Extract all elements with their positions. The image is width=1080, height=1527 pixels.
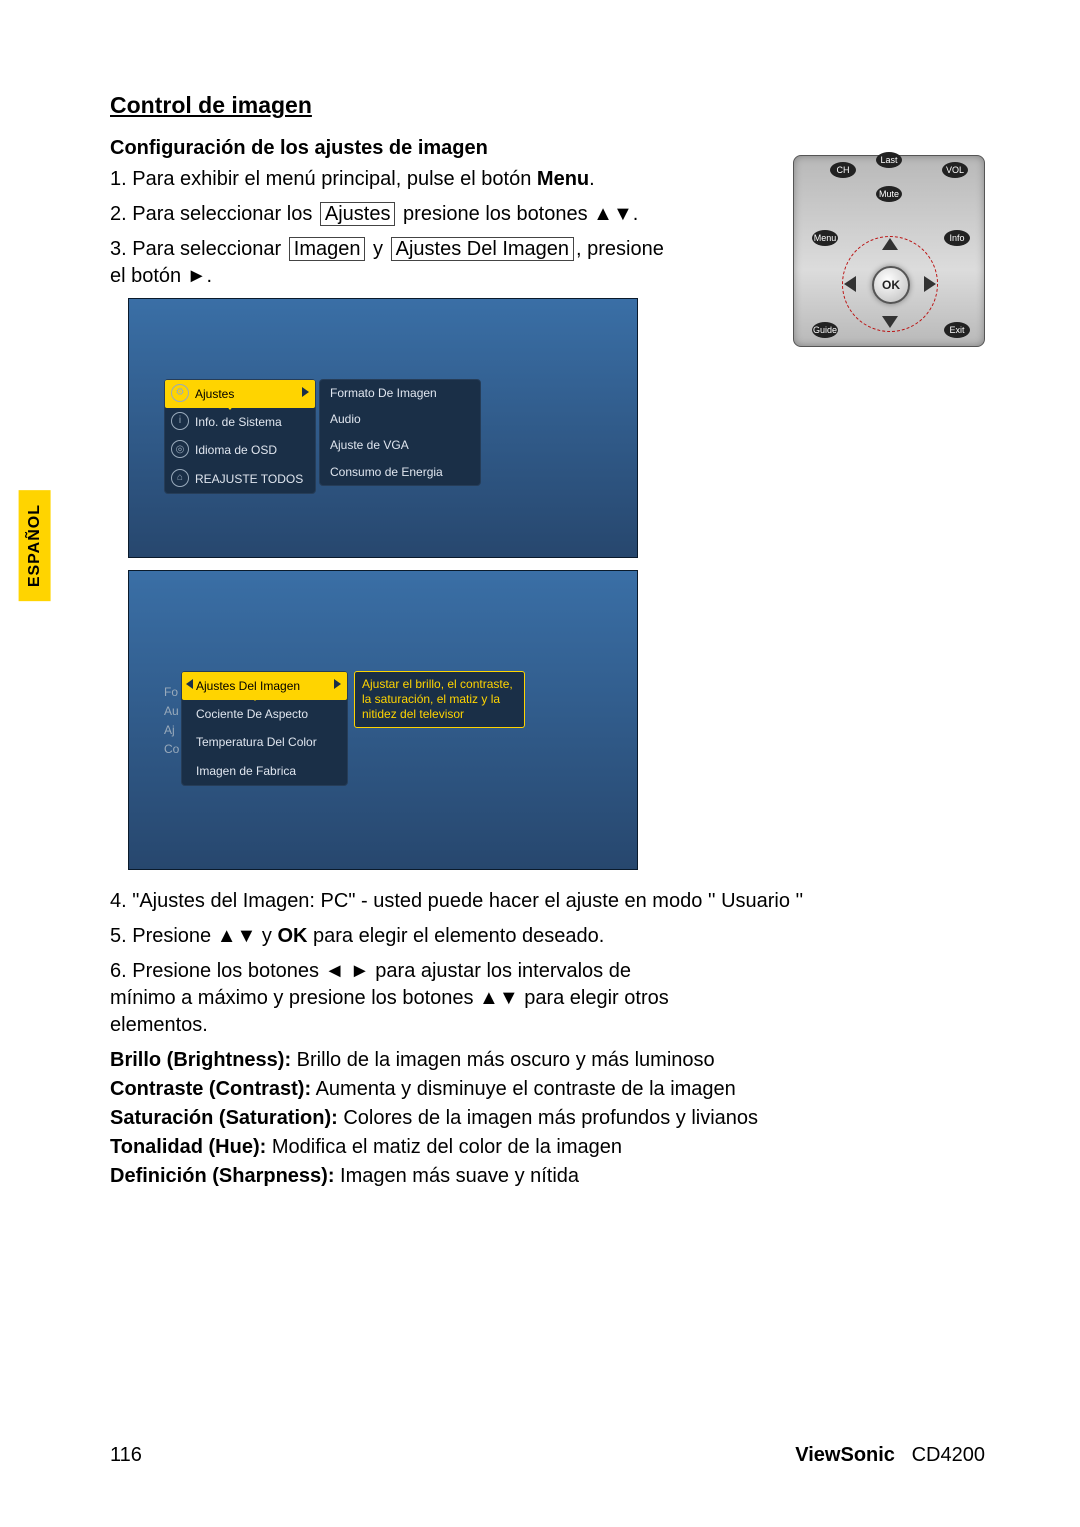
- osd1-item-idioma: ◎Idioma de OSD: [165, 436, 315, 464]
- boxed-ajustes: Ajustes: [320, 202, 396, 226]
- boxed-ajustes-del-imagen: Ajustes Del Imagen: [391, 237, 574, 261]
- page-footer: 116 ViewSonic CD4200: [110, 1442, 985, 1469]
- osd-screenshot-2: Fo Au Aj Co Ajustes Del Imagen Cociente …: [128, 570, 638, 870]
- osd2-item-temperatura: Temperatura Del Color: [182, 728, 347, 756]
- def-saturacion: Saturación (Saturation): Colores de la i…: [110, 1105, 990, 1132]
- remote-guide: Guide: [812, 322, 838, 338]
- submenu-indicator-icon: [224, 403, 236, 410]
- remote-up-icon: [882, 238, 898, 250]
- osd1-item-ajustes: ⚙Ajustes: [165, 380, 315, 408]
- osd1-sub-formato: Formato De Imagen: [320, 380, 480, 406]
- boxed-imagen: Imagen: [289, 237, 366, 261]
- osd1-left-menu: ⚙Ajustes iInfo. de Sistema ◎Idioma de OS…: [164, 379, 316, 494]
- osd2-item-aspecto: Cociente De Aspecto: [182, 700, 347, 728]
- step-2: 2. Para seleccionar los Ajustes presione…: [110, 201, 680, 228]
- page-number: 116: [110, 1442, 142, 1469]
- remote-info: Info: [944, 230, 970, 246]
- footer-brand: ViewSonic: [795, 1444, 895, 1466]
- remote-menu: Menu: [812, 230, 838, 246]
- step-6: 6. Presione los botones ◄ ► para ajustar…: [110, 958, 670, 1039]
- def-brillo: Brillo (Brightness): Brillo de la imagen…: [110, 1047, 990, 1074]
- osd1-right-menu: Formato De Imagen Audio Ajuste de VGA Co…: [319, 379, 481, 486]
- instruction-steps-continued: 4. "Ajustes del Imagen: PC" - usted pued…: [110, 888, 890, 1039]
- step-5: 5. Presione ▲▼ y OK para elegir el eleme…: [110, 923, 890, 950]
- remote-exit: Exit: [944, 322, 970, 338]
- osd1-sub-audio: Audio: [320, 406, 480, 432]
- remote-illustration: CH VOL Last Mute Menu Info Guide Exit OK: [793, 155, 985, 347]
- language-tab: ESPAÑOL: [19, 490, 51, 601]
- remote-down-icon: [882, 316, 898, 328]
- osd1-item-info: iInfo. de Sistema: [165, 408, 315, 436]
- remote-last: Last: [876, 152, 902, 168]
- osd2-tooltip: Ajustar el brillo, el contraste, la satu…: [354, 671, 525, 728]
- chevron-left-icon: [186, 679, 193, 689]
- step-3: 3. Para seleccionar Imagen y Ajustes Del…: [110, 236, 680, 290]
- gear-icon: ⚙: [171, 384, 189, 402]
- def-tonalidad: Tonalidad (Hue): Modifica el matiz del c…: [110, 1134, 990, 1161]
- remote-right-icon: [924, 276, 936, 292]
- osd1-sub-vga: Ajuste de VGA: [320, 432, 480, 458]
- osd2-item-fabrica: Imagen de Fabrica: [182, 757, 347, 785]
- remote-mute: Mute: [876, 186, 902, 202]
- footer-model: CD4200: [912, 1444, 985, 1466]
- osd-screenshot-1: ⚙Ajustes iInfo. de Sistema ◎Idioma de OS…: [128, 298, 638, 558]
- step-4: 4. "Ajustes del Imagen: PC" - usted pued…: [110, 888, 890, 915]
- def-contraste: Contraste (Contrast): Aumenta y disminuy…: [110, 1076, 990, 1103]
- definitions: Brillo (Brightness): Brillo de la imagen…: [110, 1047, 990, 1190]
- osd-screenshots: ⚙Ajustes iInfo. de Sistema ◎Idioma de OS…: [128, 298, 990, 870]
- info-icon: i: [171, 412, 189, 430]
- osd2-left-menu: Ajustes Del Imagen Cociente De Aspecto T…: [181, 671, 348, 786]
- chevron-right-icon: [302, 387, 309, 397]
- submenu-indicator-icon: [249, 694, 261, 701]
- reset-icon: ⌂: [171, 469, 189, 487]
- language-icon: ◎: [171, 440, 189, 458]
- osd2-background-menu: Fo Au Aj Co: [164, 684, 179, 760]
- osd1-sub-energia: Consumo de Energia: [320, 459, 480, 485]
- remote-left-icon: [844, 276, 856, 292]
- osd1-item-reset: ⌂REAJUSTE TODOS: [165, 465, 315, 493]
- osd2-item-ajustes-imagen: Ajustes Del Imagen: [182, 672, 347, 700]
- page-title: Control de imagen: [110, 90, 990, 121]
- def-definicion: Definición (Sharpness): Imagen más suave…: [110, 1163, 990, 1190]
- step-1: 1. Para exhibir el menú principal, pulse…: [110, 166, 680, 193]
- remote-ch: CH: [830, 162, 856, 178]
- remote-vol: VOL: [942, 162, 968, 178]
- instruction-steps: 1. Para exhibir el menú principal, pulse…: [110, 166, 680, 290]
- remote-ok-button: OK: [872, 266, 910, 304]
- chevron-right-icon: [334, 679, 341, 689]
